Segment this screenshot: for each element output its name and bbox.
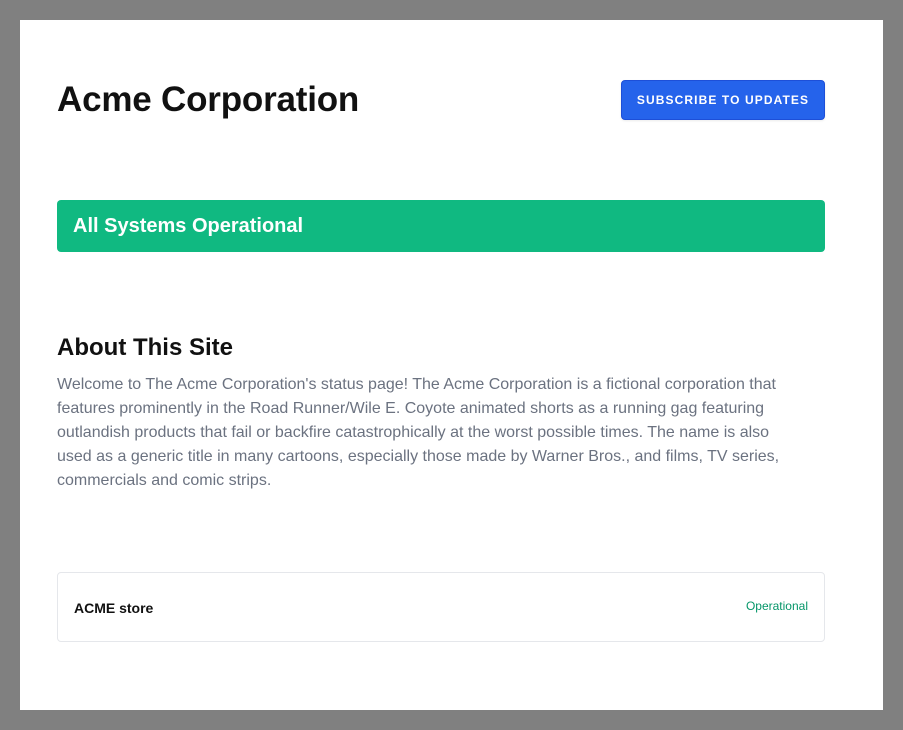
component-list-item: ACME store Operational	[57, 572, 825, 642]
about-section: About This Site Welcome to The Acme Corp…	[57, 333, 825, 493]
about-description: Welcome to The Acme Corporation's status…	[57, 376, 780, 489]
page-header: Acme Corporation Subscribe to Updates	[57, 80, 825, 120]
status-banner-text: All Systems Operational	[73, 214, 304, 237]
status-page: Acme Corporation Subscribe to Updates Al…	[20, 20, 883, 710]
component-status: Operational	[745, 599, 808, 613]
about-title: About This Site	[57, 334, 233, 361]
status-banner: All Systems Operational	[57, 200, 825, 252]
subscribe-button[interactable]: Subscribe to Updates	[621, 80, 825, 120]
company-name: Acme Corporation	[57, 80, 360, 119]
component-name: ACME store	[74, 600, 154, 616]
